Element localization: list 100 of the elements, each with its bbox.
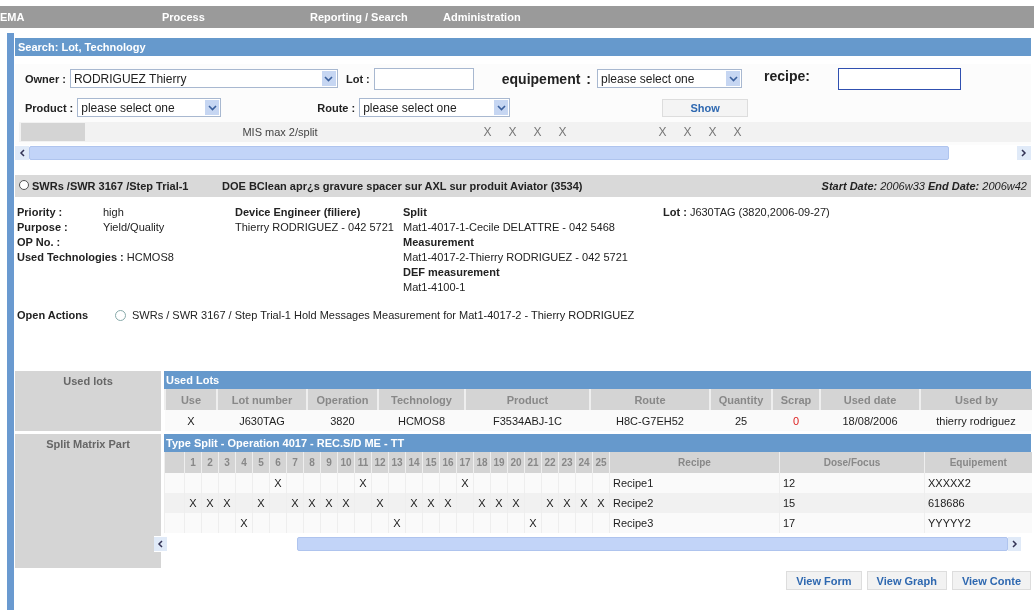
column-header: 22: [541, 452, 559, 473]
nav-item[interactable]: Process: [162, 11, 310, 23]
column-header: 12: [371, 452, 389, 473]
section-heading: Split: [403, 205, 428, 220]
column-header: 4: [235, 452, 253, 473]
field-label: Open Actions: [17, 309, 90, 321]
field-label: Lot :: [345, 72, 370, 85]
mark-cell: X: [473, 493, 491, 513]
swr-path: SWRs /SWR 3167 /Step Trial-1: [32, 180, 190, 192]
side-label: Split Matrix Part: [15, 434, 161, 568]
column-header: 17: [456, 452, 474, 473]
mark-text: X: [507, 125, 518, 139]
scroll-right-icon[interactable]: [1008, 537, 1021, 551]
table-cell: YYYYY2: [924, 513, 1032, 533]
column-header: Technology: [378, 389, 465, 410]
field-label: Priority :: [17, 205, 64, 220]
table-cell: Recipe3: [609, 513, 780, 533]
mark-cell: X: [184, 493, 202, 513]
mark-cell: X: [524, 513, 542, 533]
nav-item[interactable]: Administration: [443, 11, 521, 23]
column-header: 20: [507, 452, 525, 473]
column-header: 21: [524, 452, 542, 473]
scrollbar-thumb[interactable]: [296, 537, 1009, 551]
field-value: Yield/Quality: [103, 220, 165, 235]
owner-select[interactable]: RODRIGUEZ Thierry: [69, 69, 338, 88]
mark-cell: X: [354, 473, 372, 493]
scroll-right-icon[interactable]: [1017, 146, 1031, 160]
column-header: 25: [592, 452, 610, 473]
route-select[interactable]: please select one: [359, 98, 511, 117]
row-label: MIS max 2/split: [241, 126, 319, 138]
table-title: Type Split - Operation 4017 - REC.S/D ME - TT: [164, 434, 1031, 452]
field-label: Owner :: [25, 72, 66, 85]
table-cell: H8C-G7EH52: [590, 410, 710, 431]
column-header: Product: [465, 389, 590, 410]
view-button[interactable]: View Form: [786, 571, 862, 590]
nav-item[interactable]: EMA: [0, 11, 162, 23]
mark-cell: X: [388, 513, 406, 533]
column-header: 8: [303, 452, 321, 473]
nav-item[interactable]: Reporting / Search: [310, 11, 443, 23]
equipement-select[interactable]: please select one: [597, 69, 743, 88]
table-cell: Recipe2: [609, 493, 780, 513]
view-button[interactable]: View Graph: [866, 571, 947, 590]
scrollbar[interactable]: [15, 145, 1031, 161]
view-button[interactable]: View Conte: [951, 571, 1031, 590]
lot-info-text: Lot : J630TAG (3820,2006-09-27): [663, 206, 830, 218]
date-range: Start Date: 2006w33 End Date: 2006w42: [821, 180, 1028, 192]
column-header: 7: [286, 452, 304, 473]
action-text: SWRs / SWR 3167 / Step Trial-1 Hold Messages Measurement for Mat1-4017-2 - Thierry RODRIGUEZ: [132, 309, 635, 321]
radio-button[interactable]: [19, 180, 29, 190]
table-cell: J630TAG: [217, 410, 307, 431]
table-cell: 18/08/2006: [820, 410, 920, 431]
column-header: 24: [575, 452, 593, 473]
contact-text: Mat1-4017-1-Cecile DELATTRE - 042 5468: [403, 220, 616, 235]
mark-cell: X: [422, 493, 440, 513]
contact-text: Thierry RODRIGUEZ - 042 5721: [235, 220, 395, 235]
field-label: OP No. :: [17, 235, 62, 250]
panel-header: Search: Lot, Technology: [15, 38, 1031, 56]
column-header: 11: [354, 452, 372, 473]
mark-cell: X: [371, 493, 389, 513]
lot-field[interactable]: [373, 67, 474, 90]
column-header: 14: [405, 452, 423, 473]
column-header: 19: [490, 452, 508, 473]
scroll-left-icon[interactable]: [154, 537, 167, 551]
show-button[interactable]: Show: [662, 98, 749, 117]
field-label: Route :: [317, 101, 356, 114]
row-header-cell: [21, 123, 85, 141]
recipe-field[interactable]: [837, 67, 961, 90]
table-cell: Recipe1: [609, 473, 780, 493]
mark-cell: X: [405, 493, 423, 513]
section-heading: Device Engineer (filiere): [235, 205, 362, 220]
mark-cell: X: [201, 493, 219, 513]
table-cell: HCMOS8: [378, 410, 465, 431]
scrollbar-thumb[interactable]: [29, 146, 949, 160]
section-heading: DEF measurement: [403, 265, 501, 280]
field-label: Purpose :: [17, 220, 69, 235]
table-cell: XXXXX2: [924, 473, 1032, 493]
mark-cell: X: [439, 493, 457, 513]
used-technologies-text: Used Technologies : HCMOS8: [17, 250, 175, 265]
mark-text: X: [682, 125, 693, 139]
radio-button[interactable]: [115, 309, 126, 321]
field-label: Product :: [25, 101, 74, 114]
mark-text: X: [657, 125, 668, 139]
scrollbar[interactable]: [154, 536, 1021, 552]
section-heading: Measurement: [403, 235, 475, 250]
column-header: Route: [590, 389, 710, 410]
column-header: 3: [218, 452, 236, 473]
field-label: equipement: [501, 70, 581, 87]
column-header: 9: [320, 452, 338, 473]
mark-cell: X: [269, 473, 287, 493]
mark-cell: X: [320, 493, 338, 513]
mark-cell: X: [303, 493, 321, 513]
mark-text: X: [532, 125, 543, 139]
column-header: 2: [201, 452, 219, 473]
column-header: Used by: [920, 389, 1032, 410]
column-header: Quantity: [710, 389, 772, 410]
mark-cell: X: [490, 493, 508, 513]
table-cell: 618686: [924, 493, 1032, 513]
scroll-left-icon[interactable]: [15, 146, 29, 160]
product-select[interactable]: please select one: [77, 98, 222, 117]
mark-cell: X: [592, 493, 610, 513]
